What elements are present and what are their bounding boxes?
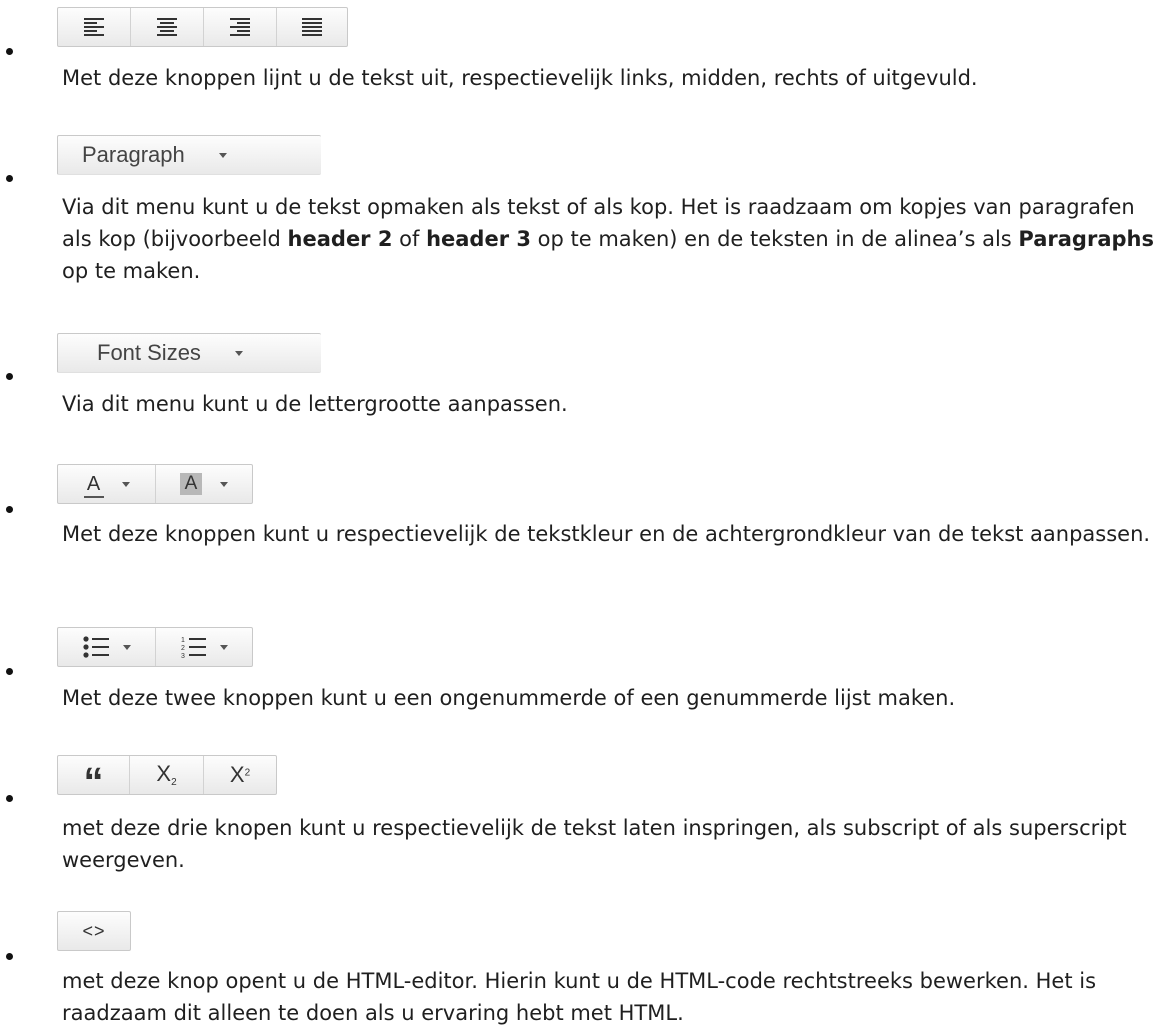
svg-text:3: 3 xyxy=(181,653,185,658)
bullet xyxy=(6,668,13,675)
text-color-icon: A xyxy=(83,473,104,498)
item-description: Met deze knoppen kunt u respectievelijk … xyxy=(62,522,1151,546)
paragraph-dropdown-label: Paragraph xyxy=(82,142,185,167)
item-description: met deze knop opent u de HTML-editor. Hi… xyxy=(62,969,1097,1025)
quote-icon: “ xyxy=(83,760,104,804)
paragraph-dropdown[interactable]: Paragraph xyxy=(57,135,321,175)
font-sizes-dropdown[interactable]: Font Sizes xyxy=(57,333,321,373)
svg-text:2: 2 xyxy=(181,645,185,652)
code-icon: <> xyxy=(82,920,106,941)
code-button[interactable]: <> xyxy=(57,911,131,951)
subscript-icon: X2 xyxy=(156,761,177,789)
svg-text:1: 1 xyxy=(181,637,185,644)
align-left-button[interactable] xyxy=(58,8,131,46)
item-description: Met deze knoppen lijnt u de tekst uit, r… xyxy=(62,66,978,90)
align-center-icon xyxy=(157,18,177,36)
numbered-list-icon: 123 xyxy=(181,637,206,658)
item-description: Via dit menu kunt u de lettergrootte aan… xyxy=(62,392,568,416)
bullet-list-icon xyxy=(82,636,109,658)
bullet xyxy=(6,48,13,55)
item-description: Met deze twee knoppen kunt u een ongenum… xyxy=(62,686,956,710)
align-right-icon xyxy=(230,18,250,36)
subscript-button[interactable]: X2 xyxy=(130,756,204,794)
chevron-down-icon xyxy=(220,481,228,487)
align-left-icon xyxy=(84,18,104,36)
blockquote-button[interactable]: “ xyxy=(58,756,130,802)
chevron-down-icon xyxy=(122,644,131,650)
align-right-button[interactable] xyxy=(204,8,277,46)
bullet xyxy=(6,175,13,182)
bullet-list-button[interactable] xyxy=(58,628,156,666)
chevron-down-icon xyxy=(220,644,228,650)
background-color-icon: A xyxy=(180,473,202,495)
align-justify-icon xyxy=(302,18,322,36)
superscript-button[interactable]: X2 xyxy=(204,756,276,794)
script-toolbar: “ X2 X2 xyxy=(57,755,277,802)
item-description: Via dit menu kunt u de tekst opmaken als… xyxy=(62,195,1154,283)
bullet xyxy=(6,506,13,513)
bullet xyxy=(6,795,13,802)
list-toolbar: 123 xyxy=(57,627,253,667)
align-toolbar xyxy=(57,7,348,47)
text-color-button[interactable]: A xyxy=(58,465,156,503)
align-center-button[interactable] xyxy=(131,8,204,46)
chevron-down-icon xyxy=(234,350,243,356)
font-sizes-dropdown-label: Font Sizes xyxy=(97,340,201,365)
color-toolbar: A A xyxy=(57,464,253,504)
background-color-button[interactable]: A xyxy=(156,465,252,503)
item-description: met deze drie knopen kunt u respectievel… xyxy=(62,816,1127,872)
superscript-icon: X2 xyxy=(229,762,251,787)
chevron-down-icon xyxy=(218,152,227,158)
numbered-list-button[interactable]: 123 xyxy=(156,628,252,666)
align-justify-button[interactable] xyxy=(277,8,347,46)
chevron-down-icon xyxy=(121,481,130,487)
bullet xyxy=(6,953,13,960)
bullet xyxy=(6,373,13,380)
